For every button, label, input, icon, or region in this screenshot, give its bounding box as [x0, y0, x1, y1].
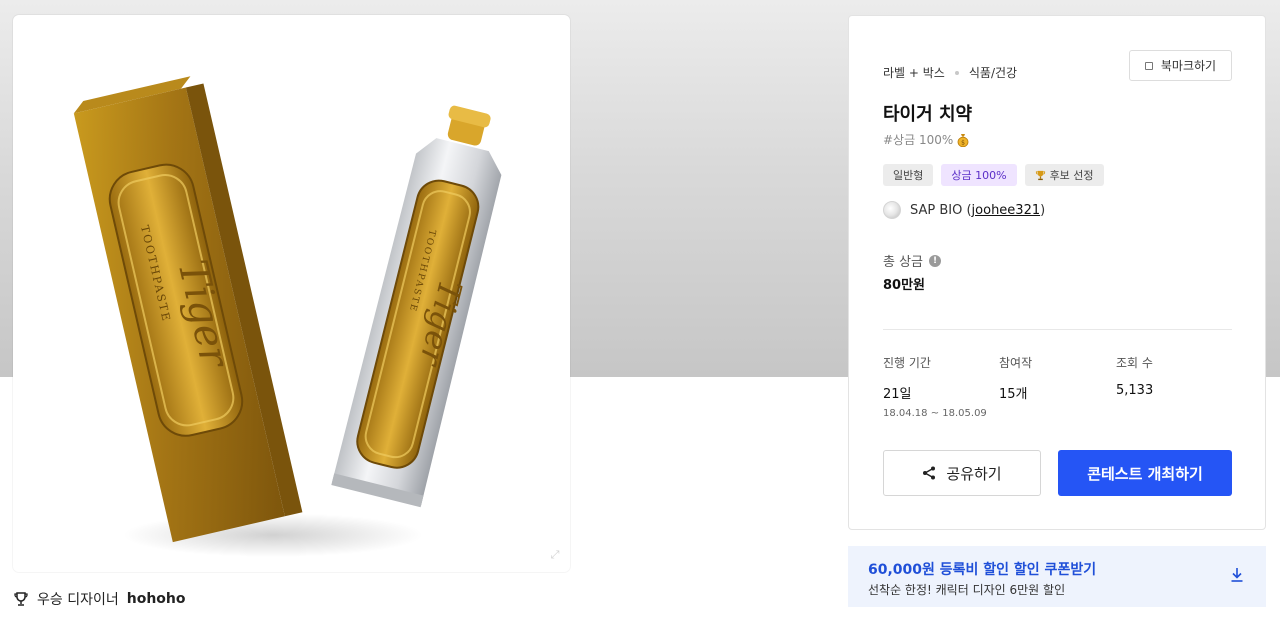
breadcrumb-separator: [954, 70, 959, 75]
total-prize-label: 총 상금 !: [883, 251, 942, 270]
stat-entries-value: 15개: [999, 387, 1028, 402]
winning-design-image[interactable]: TOOTHPASTE Tiger TOOTHPASTE Tiger ⤢: [13, 15, 570, 572]
prize-hashtag: #상금 100% $: [883, 131, 969, 148]
share-button[interactable]: 공유하기: [883, 450, 1041, 496]
winner-label: 우승 디자이너: [37, 592, 119, 608]
stat-entries: 참여작 15개: [999, 354, 1032, 402]
coupon-title: 60,000원 등록비 할인 할인 쿠폰받기: [868, 562, 1097, 578]
winner-name[interactable]: hohoho: [127, 591, 186, 607]
total-prize-value: 80만원: [883, 278, 926, 293]
total-prize-label-text: 총 상금: [883, 255, 924, 270]
stat-views-label: 조회 수: [1116, 356, 1153, 370]
trophy-icon: [14, 592, 28, 606]
expand-icon[interactable]: ⤢: [548, 548, 562, 562]
download-icon[interactable]: [1230, 567, 1244, 583]
info-icon[interactable]: !: [929, 254, 942, 267]
stat-period-value: 21일: [883, 387, 912, 402]
host-info: SAP BIO (joohee321): [883, 201, 1045, 219]
bookmark-label: 북마크하기: [1160, 59, 1217, 73]
tag-prize: 상금 100%: [941, 164, 1017, 186]
tag-candidate: 후보 선정: [1024, 164, 1104, 186]
bookmark-icon: [1144, 61, 1153, 70]
host-company: SAP BIO (: [910, 202, 972, 218]
host-line: SAP BIO (joohee321): [910, 203, 1045, 218]
contest-title: 타이거 치약: [883, 104, 973, 125]
stat-period: 진행 기간 21일 18.04.18 ~ 18.05.09: [883, 354, 987, 419]
coupon-subtitle: 선착순 한정! 캐릭터 디자인 6만원 할인: [868, 583, 1066, 597]
category-primary[interactable]: 라벨 + 박스: [883, 64, 945, 81]
toothpaste-product-illustration: TOOTHPASTE Tiger TOOTHPASTE Tiger: [73, 76, 502, 557]
coupon-banner[interactable]: 60,000원 등록비 할인 할인 쿠폰받기 선착순 한정! 캐릭터 디자인 6…: [848, 546, 1266, 607]
category-breadcrumb: 라벨 + 박스 식품/건강: [883, 64, 1017, 81]
category-secondary[interactable]: 식품/건강: [969, 64, 1017, 81]
stat-views-value: 5,133: [1116, 383, 1154, 398]
contest-tags: 일반형 상금 100% 후보 선정: [883, 164, 1104, 186]
tag-type: 일반형: [883, 164, 934, 186]
share-label: 공유하기: [946, 464, 1002, 483]
svg-text:$: $: [961, 139, 965, 146]
bookmark-button[interactable]: 북마크하기: [1129, 50, 1232, 81]
contest-info-panel: 라벨 + 박스 식품/건강 북마크하기 타이거 치약 #상금 100% $ 일반…: [848, 15, 1266, 530]
tag-candidate-label: 후보 선정: [1049, 169, 1094, 182]
host-avatar: [883, 201, 901, 219]
winner-designer: 우승 디자이너 hohoho: [13, 589, 186, 609]
prize-hashtag-text: #상금 100%: [883, 133, 954, 147]
share-icon: [923, 466, 936, 480]
stat-period-label: 진행 기간: [883, 356, 931, 370]
host-contest-button[interactable]: 콘테스트 개최하기: [1058, 450, 1232, 496]
divider: [883, 329, 1232, 330]
host-close: ): [1040, 202, 1046, 218]
stat-views: 조회 수 5,133: [1116, 354, 1153, 398]
money-bag-icon: $: [957, 133, 969, 147]
stat-entries-label: 참여작: [999, 356, 1033, 370]
trophy-icon: [1035, 170, 1045, 180]
host-username[interactable]: joohee321: [972, 203, 1041, 218]
stat-period-dates: 18.04.18 ~ 18.05.09: [883, 408, 987, 419]
